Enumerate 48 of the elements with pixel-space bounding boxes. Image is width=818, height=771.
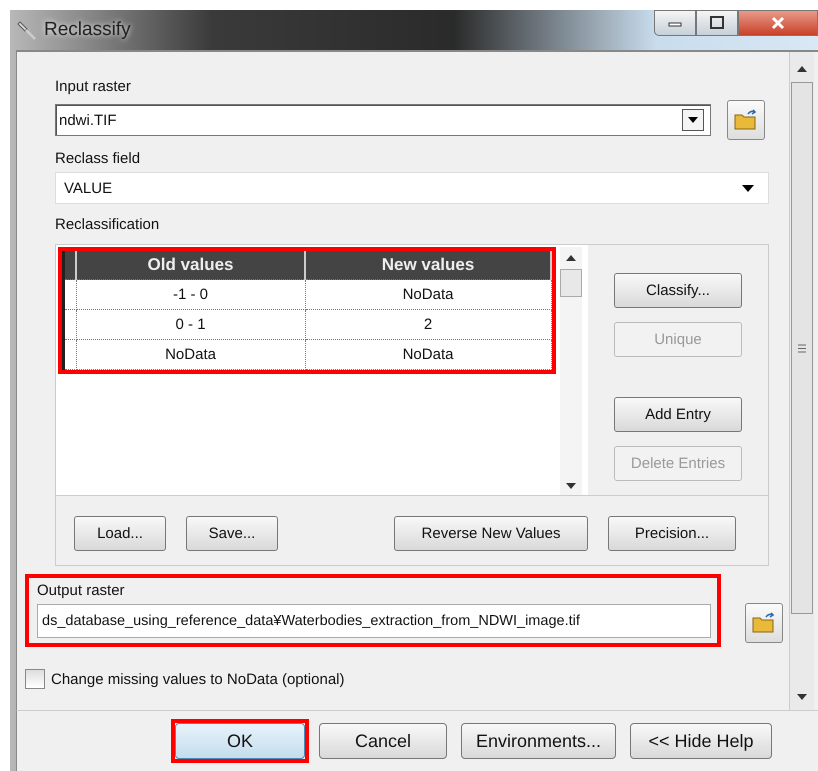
scroll-up-icon — [566, 255, 576, 261]
scrollbar[interactable] — [789, 52, 814, 710]
dialog-button[interactable]: OK — [175, 723, 305, 759]
scroll-up-icon — [797, 66, 807, 72]
scroll-thumb[interactable] — [791, 82, 813, 614]
table-cell: NoData — [305, 280, 551, 310]
checkbox-label: Change missing values to NoData (optional) — [51, 670, 344, 688]
folder-icon — [733, 109, 759, 131]
field-label: Reclass field — [55, 150, 140, 167]
output-raster-field[interactable]: ds_database_using_reference_data¥Waterbodies_extraction_from_NDWI_image.tif — [37, 604, 711, 638]
close-button[interactable] — [738, 10, 818, 36]
field-label: Output raster — [37, 582, 125, 599]
action-button[interactable]: Add Entry — [614, 397, 742, 432]
action-button[interactable]: Save... — [186, 516, 278, 551]
table-cell: NoData — [76, 340, 306, 370]
scrollbar[interactable] — [560, 247, 582, 495]
dialog-button[interactable]: Environments... — [461, 723, 616, 759]
minimize-button[interactable] — [654, 10, 696, 36]
input-raster-dropdown[interactable]: ndwi.TIF — [55, 104, 711, 136]
checkbox[interactable] — [25, 669, 45, 689]
maximize-button[interactable] — [696, 10, 738, 36]
reclass-field-dropdown[interactable]: VALUE — [55, 172, 769, 204]
folder-icon — [751, 612, 777, 634]
table-cell: 2 — [305, 310, 551, 340]
dialog-button[interactable]: Cancel — [319, 723, 447, 759]
dialog-button[interactable]: << Hide Help — [630, 723, 772, 759]
column-header: New values — [305, 251, 551, 280]
table-cell: NoData — [305, 340, 551, 370]
column-header: Old values — [76, 251, 306, 280]
browse-button[interactable] — [745, 603, 783, 643]
scroll-thumb[interactable] — [560, 269, 582, 297]
scroll-down-icon — [797, 694, 807, 700]
window-title: Reclassify — [44, 19, 131, 41]
hammer-icon — [16, 19, 38, 41]
action-button[interactable]: Classify... — [614, 273, 742, 308]
field-label: Input raster — [55, 78, 131, 95]
browse-button[interactable] — [727, 100, 765, 140]
maximize-icon — [709, 16, 725, 30]
action-button[interactable]: Precision... — [608, 516, 736, 551]
scroll-down-icon — [566, 483, 576, 489]
dropdown-arrow-icon — [742, 184, 754, 192]
field-label: Reclassification — [55, 216, 160, 233]
dropdown-arrow-icon — [688, 117, 698, 123]
table-cell: 0 - 1 — [76, 310, 306, 340]
action-button[interactable]: Load... — [74, 516, 166, 551]
table-cell: -1 - 0 — [76, 280, 306, 310]
action-button[interactable]: Reverse New Values — [394, 516, 588, 551]
close-icon — [770, 16, 786, 30]
